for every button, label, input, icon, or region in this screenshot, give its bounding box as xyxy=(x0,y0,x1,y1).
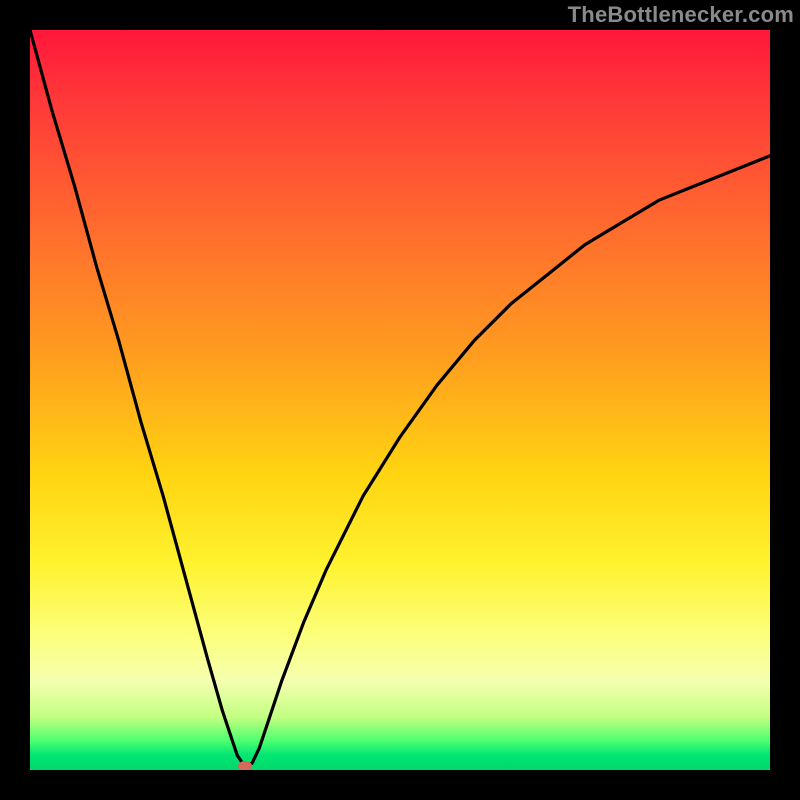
bottleneck-curve xyxy=(30,30,770,770)
watermark-text: TheBottlenecker.com xyxy=(568,2,794,28)
minimum-marker xyxy=(238,761,252,770)
chart-frame: TheBottlenecker.com xyxy=(0,0,800,800)
plot-area xyxy=(30,30,770,770)
